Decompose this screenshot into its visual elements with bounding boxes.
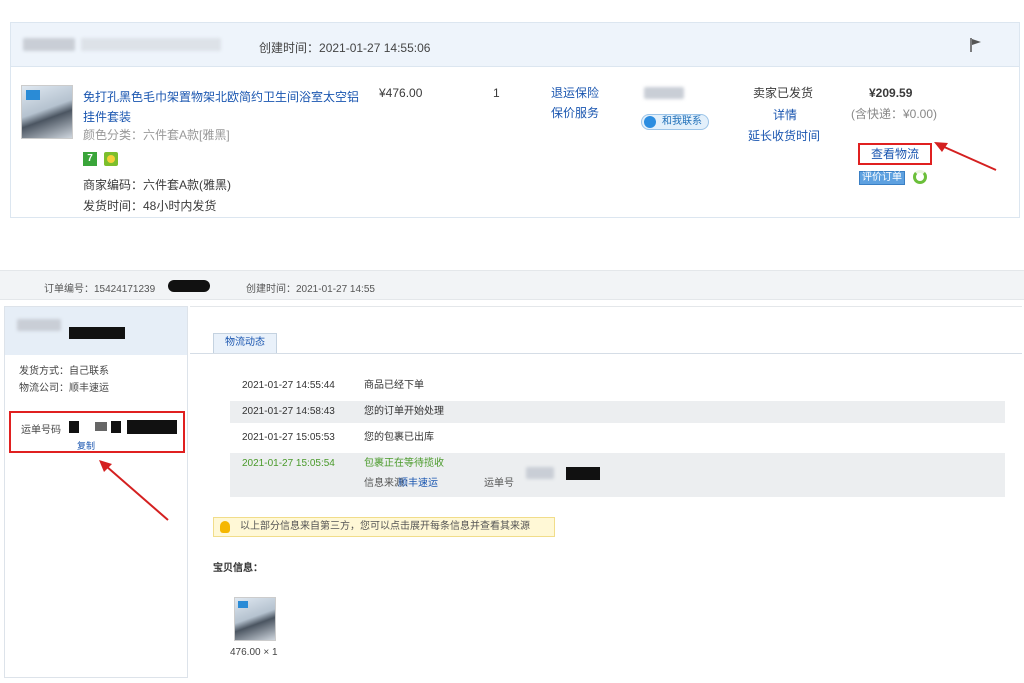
redacted-tracking-part (95, 422, 107, 431)
timeline-row: 2021-01-27 15:05:53 您的包裹已出库 (242, 432, 434, 443)
logistics-company: 物流公司：顺丰速运 (19, 383, 109, 394)
redacted-package-number (69, 327, 125, 339)
merchant-code: 商家编码：六件套A款(雅黑) (83, 178, 231, 192)
guarantee-badge-icon (104, 152, 118, 166)
order-number: 订单编号：15424171239 (44, 284, 156, 295)
package-info-title: 宝贝信息： (213, 563, 263, 574)
product-title-link[interactable]: 免打孔黑色毛巾架置物架北欧简约卫生间浴室太空铝挂件套装 (83, 87, 365, 127)
logistics-summary-header (5, 307, 187, 355)
package-product-thumbnail[interactable] (234, 597, 276, 641)
price-protection-link[interactable]: 保价服务 (551, 103, 599, 123)
quantity: 1 (493, 86, 500, 100)
product-thumbnail[interactable] (21, 85, 73, 139)
order-status: 卖家已发货 (753, 86, 814, 100)
ship-method: 发货方式：自己联系 (19, 366, 109, 377)
timeline-row: 2021-01-27 14:58:43 您的订单开始处理 (230, 401, 1005, 423)
blurred-order-number (23, 38, 75, 51)
blurred-shop-name (81, 38, 221, 51)
tracking-number-box: 运单号码 复制 (9, 411, 185, 453)
package-price-quantity: 476.00 × 1 (230, 647, 278, 658)
third-party-notice: 以上部分信息来自第三方，您可以点击展开每条信息并查看其来源 (213, 517, 555, 537)
order-number-mask (168, 280, 210, 292)
order-created-time: 创建时间：2021-01-27 14:55:06 (259, 41, 431, 55)
copy-tracking-link[interactable]: 复制 (77, 439, 95, 452)
lightbulb-icon (220, 521, 230, 533)
view-logistics-button[interactable]: 查看物流 (858, 143, 932, 165)
redacted-tracking-part (69, 421, 79, 433)
shipping-included: (含快递：¥0.00) (851, 107, 938, 121)
extend-receipt-link[interactable]: 延长收货时间 (748, 126, 820, 146)
timeline-row: 2021-01-27 14:55:44 商品已经下单 (242, 380, 424, 391)
flag-icon[interactable] (969, 37, 983, 53)
blurred-package-label (17, 319, 61, 331)
tab-divider (190, 353, 1022, 354)
logistics-detail-panel: 物流动态 2021-01-27 14:55:44 商品已经下单 2021-01-… (190, 306, 1022, 678)
blurred-seller-name (644, 87, 684, 99)
seven-day-return-badge: 7 (83, 152, 97, 166)
chat-icon (644, 116, 656, 128)
info-source-link[interactable]: 顺丰速运 (398, 473, 438, 495)
redacted-tracking-number (566, 467, 600, 480)
annotation-arrow (934, 142, 997, 171)
timeline-tracking-label: 运单号 (484, 478, 514, 489)
unit-price: ¥476.00 (379, 86, 423, 100)
refresh-icon[interactable] (913, 170, 927, 184)
blurred-tracking-number (526, 467, 554, 479)
tracking-number-label: 运单号码 (21, 425, 61, 436)
order-header: 创建时间：2021-01-27 14:55:06 (11, 23, 1019, 67)
order-info-bar: 订单编号：15424171239 创建时间：2021-01-27 14:55 (0, 270, 1024, 300)
order-detail-link[interactable]: 详情 (773, 105, 797, 125)
ship-time: 发货时间：48小时内发货 (83, 199, 217, 213)
redacted-tracking-part (111, 421, 121, 433)
evaluate-order-button[interactable]: 评价订单 (859, 171, 905, 185)
timeline-row-latest: 2021-01-27 15:05:54 包裹正在等待揽收 信息来源： 顺丰速运 … (230, 453, 1005, 497)
redacted-tracking-part (127, 420, 177, 434)
tab-logistics-updates[interactable]: 物流动态 (213, 333, 277, 353)
product-sku: 颜色分类：六件套A款[雅黑] (83, 128, 230, 142)
order-card: 创建时间：2021-01-27 14:55:06 免打孔黑色毛巾架置物架北欧简约… (10, 22, 1020, 218)
total-price: ¥209.59 (869, 86, 913, 100)
order-created: 创建时间：2021-01-27 14:55 (246, 284, 375, 295)
return-insurance-link[interactable]: 退运保险 (551, 83, 599, 103)
annotation-arrow (99, 460, 169, 521)
contact-seller-button[interactable]: 和我联系 (641, 114, 709, 130)
